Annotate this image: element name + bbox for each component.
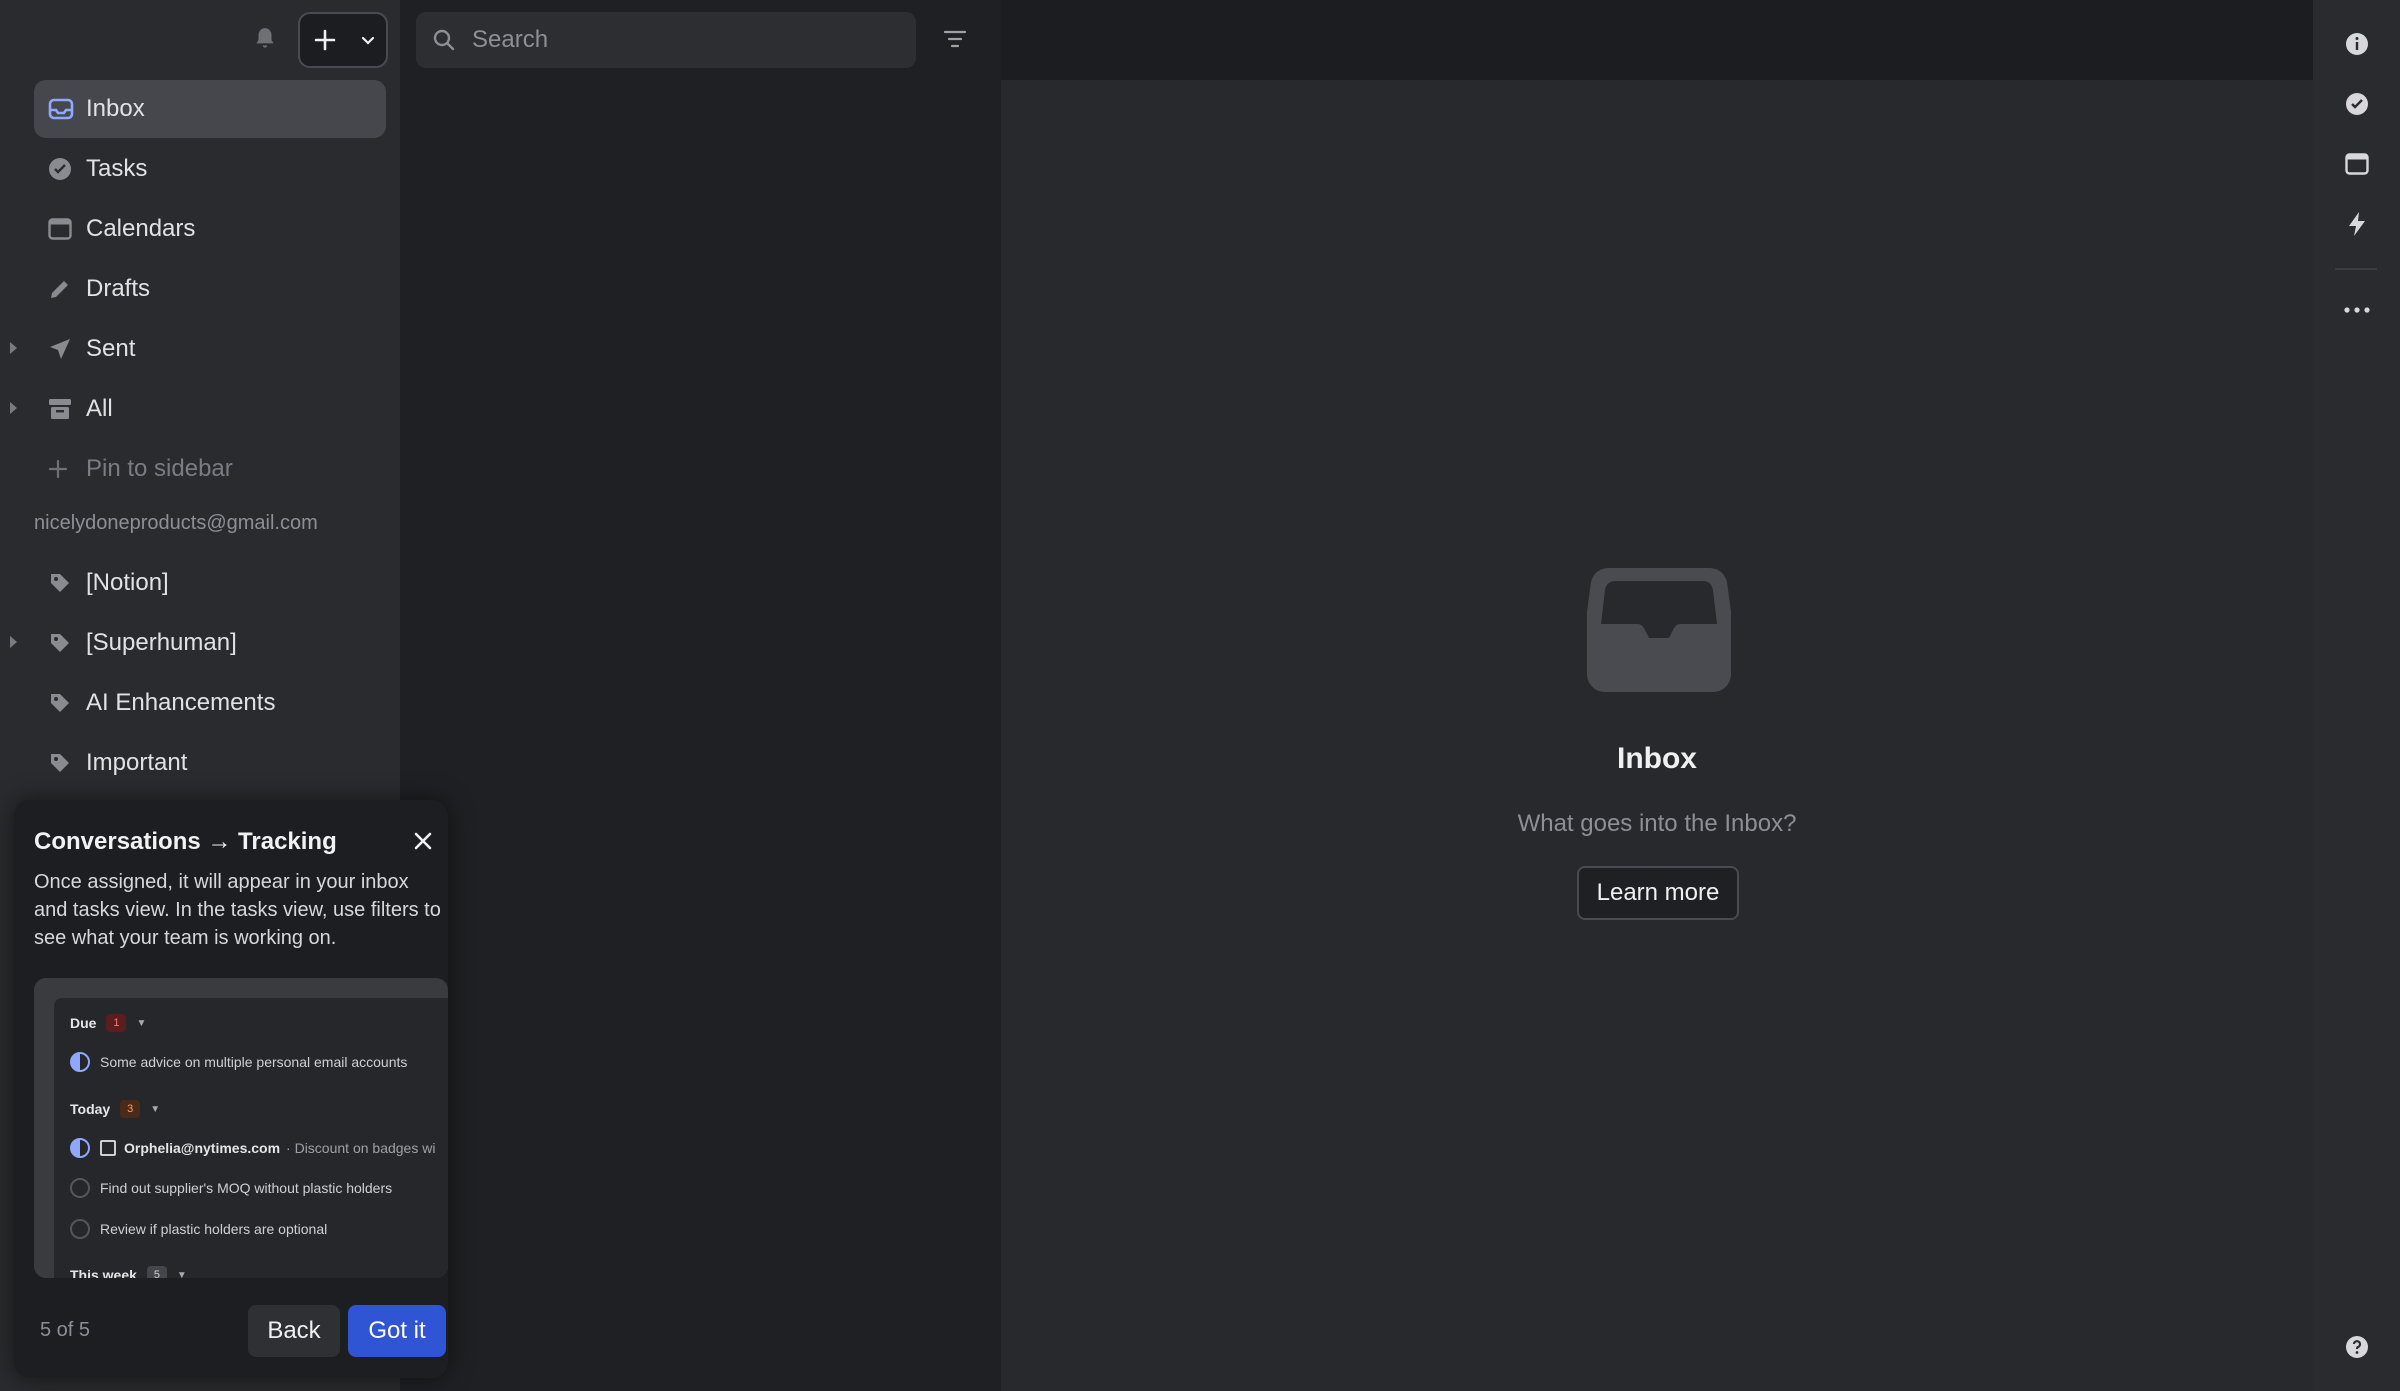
pencil-icon bbox=[34, 277, 86, 301]
label-list: [Notion] [Superhuman] AI Enhancements Im… bbox=[10, 554, 386, 794]
task-title: Review if plastic holders are optional bbox=[100, 1221, 328, 1237]
task-row: Review if plastic holders are optional bbox=[70, 1219, 327, 1239]
search-input[interactable] bbox=[472, 26, 892, 54]
sidebar-item-all[interactable]: All bbox=[10, 380, 386, 438]
today-count-badge: 3 bbox=[120, 1100, 141, 1118]
archive-icon bbox=[34, 398, 86, 420]
sidebar-item-label: Inbox bbox=[86, 95, 145, 122]
paper-plane-icon bbox=[34, 337, 86, 361]
detail-toolbar bbox=[1001, 0, 2313, 80]
tour-preview-image: Due 1 ▼ Some advice on multiple personal… bbox=[34, 978, 448, 1278]
week-count-badge: 5 bbox=[146, 1266, 167, 1278]
inbox-icon bbox=[34, 98, 86, 120]
tag-icon bbox=[34, 631, 86, 655]
learn-more-button[interactable]: Learn more bbox=[1577, 866, 1739, 920]
search-bar[interactable] bbox=[416, 12, 916, 68]
back-button[interactable]: Back bbox=[248, 1305, 340, 1357]
today-label: Today bbox=[70, 1101, 111, 1117]
sidebar-item-calendars[interactable]: Calendars bbox=[34, 200, 386, 258]
task-row: Some advice on multiple personal email a… bbox=[70, 1052, 407, 1072]
calendar-icon bbox=[34, 218, 86, 240]
inbox-tray-icon bbox=[1587, 568, 1731, 692]
tasks-preview: Due 1 ▼ Some advice on multiple personal… bbox=[54, 998, 448, 1278]
sidebar-item-label: Drafts bbox=[86, 275, 151, 302]
plus-icon[interactable] bbox=[300, 14, 350, 66]
more-icon[interactable] bbox=[2343, 296, 2371, 324]
caret-down-icon: ▼ bbox=[176, 1269, 187, 1279]
pin-to-sidebar-button[interactable]: Pin to sidebar bbox=[34, 440, 386, 498]
expand-caret-icon[interactable] bbox=[10, 402, 17, 414]
info-icon[interactable] bbox=[2343, 30, 2371, 58]
plus-icon bbox=[34, 459, 86, 479]
tour-footer: 5 of 5 Back Got it bbox=[14, 1305, 448, 1357]
task-status-icon bbox=[70, 1052, 90, 1072]
right-rail bbox=[2313, 0, 2400, 1391]
check-circle-icon[interactable] bbox=[2343, 90, 2371, 118]
filter-icon[interactable] bbox=[942, 26, 968, 52]
sidebar-label-important[interactable]: Important bbox=[34, 734, 386, 792]
tour-description: Once assigned, it will appear in your in… bbox=[34, 871, 441, 949]
sidebar-item-label: Tasks bbox=[86, 155, 148, 182]
tag-icon bbox=[34, 751, 86, 775]
account-email: nicelydoneproducts@gmail.com bbox=[34, 512, 318, 534]
help-icon[interactable] bbox=[2343, 1333, 2371, 1361]
sidebar-header bbox=[0, 0, 400, 80]
task-status-icon bbox=[70, 1178, 90, 1198]
onboarding-tour-popover: Conversations → Tracking Once assigned, … bbox=[14, 800, 448, 1378]
sidebar-item-label: Calendars bbox=[86, 215, 196, 242]
sidebar-item-label: AI Enhancements bbox=[86, 689, 276, 716]
week-group-header: This week 5 ▼ bbox=[70, 1266, 187, 1278]
task-subject: · Discount on badges wi bbox=[286, 1140, 436, 1156]
tour-step-counter: 5 of 5 bbox=[40, 1319, 91, 1341]
search-icon bbox=[416, 28, 472, 52]
sidebar-item-label: [Notion] bbox=[86, 569, 169, 596]
sidebar-nav: Inbox Tasks Calendars Drafts Sent All Pi… bbox=[10, 80, 386, 500]
task-status-icon bbox=[70, 1138, 90, 1158]
sidebar-label-ai-enhancements[interactable]: AI Enhancements bbox=[34, 674, 386, 732]
tag-icon bbox=[34, 691, 86, 715]
sidebar-item-inbox[interactable]: Inbox bbox=[34, 80, 386, 138]
detail-pane: Inbox What goes into the Inbox? Learn mo… bbox=[1001, 80, 2313, 1391]
caret-down-icon: ▼ bbox=[136, 1017, 147, 1029]
bell-icon[interactable] bbox=[252, 26, 278, 52]
caret-down-icon: ▼ bbox=[150, 1103, 161, 1115]
email-icon bbox=[100, 1140, 116, 1156]
tour-title: Conversations → Tracking bbox=[34, 828, 337, 855]
compose-button[interactable] bbox=[298, 12, 388, 68]
sidebar-item-drafts[interactable]: Drafts bbox=[34, 260, 386, 318]
due-group-header: Due 1 ▼ bbox=[70, 1014, 146, 1032]
task-row: Find out supplier's MOQ without plastic … bbox=[70, 1178, 392, 1198]
sidebar-item-label: [Superhuman] bbox=[86, 629, 237, 656]
task-title: Find out supplier's MOQ without plastic … bbox=[100, 1180, 393, 1196]
calendar-icon[interactable] bbox=[2343, 150, 2371, 178]
expand-caret-icon[interactable] bbox=[10, 342, 17, 354]
empty-state-title: Inbox bbox=[1617, 742, 1697, 775]
sidebar-item-sent[interactable]: Sent bbox=[10, 320, 386, 378]
sidebar-item-label: All bbox=[86, 395, 113, 422]
sidebar-label-notion[interactable]: [Notion] bbox=[34, 554, 386, 612]
chevron-down-icon[interactable] bbox=[350, 14, 386, 66]
empty-state-subtitle: What goes into the Inbox? bbox=[1517, 810, 1797, 837]
task-status-icon bbox=[70, 1219, 90, 1239]
rail-divider bbox=[2335, 268, 2377, 270]
got-it-button[interactable]: Got it bbox=[348, 1305, 446, 1357]
due-count-badge: 1 bbox=[106, 1014, 127, 1032]
lightning-icon[interactable] bbox=[2343, 210, 2371, 238]
sidebar-item-tasks[interactable]: Tasks bbox=[34, 140, 386, 198]
sidebar-item-label: Sent bbox=[86, 335, 136, 362]
due-label: Due bbox=[70, 1015, 97, 1031]
tag-icon bbox=[34, 571, 86, 595]
task-row: Orphelia@nytimes.com · Discount on badge… bbox=[70, 1138, 435, 1158]
pin-label: Pin to sidebar bbox=[86, 455, 233, 482]
task-title: Some advice on multiple personal email a… bbox=[100, 1054, 408, 1070]
today-group-header: Today 3 ▼ bbox=[70, 1100, 160, 1118]
message-list-pane bbox=[400, 0, 1000, 1391]
week-label: This week bbox=[70, 1267, 137, 1278]
task-sender: Orphelia@nytimes.com bbox=[124, 1140, 281, 1156]
sidebar-item-label: Important bbox=[86, 749, 188, 776]
close-icon[interactable] bbox=[412, 830, 434, 852]
check-circle-icon bbox=[34, 157, 86, 181]
sidebar-label-superhuman[interactable]: [Superhuman] bbox=[10, 614, 386, 672]
expand-caret-icon[interactable] bbox=[10, 636, 17, 648]
